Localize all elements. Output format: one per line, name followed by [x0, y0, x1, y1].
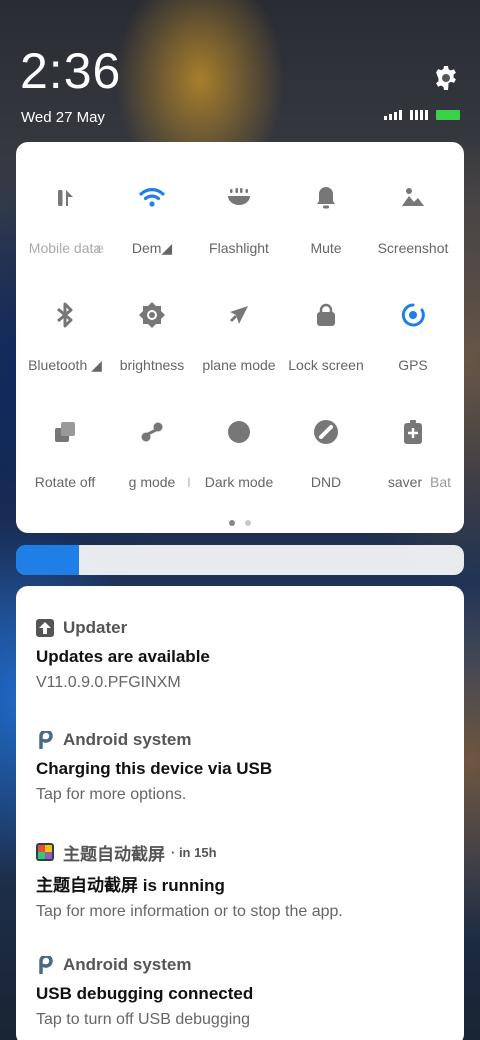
lock-icon	[317, 303, 335, 326]
tile-label: Screenshot	[377, 240, 449, 256]
rotate-icon	[55, 422, 75, 442]
wifi-icon	[139, 188, 165, 207]
brightness-fill	[16, 545, 79, 575]
page-indicator	[16, 520, 464, 526]
tile-label: Bat	[430, 474, 452, 490]
notification-item[interactable]: Updater Updates are available V11.0.9.0.…	[36, 617, 456, 692]
bell-icon	[317, 187, 335, 209]
android-system-icon	[39, 731, 53, 749]
tile-label: Mute	[310, 240, 342, 256]
notification-title: 主题自动截屏 is running	[36, 876, 225, 895]
flashlight-icon	[228, 188, 250, 205]
dnd-icon	[314, 420, 338, 444]
tile-mute[interactable]: Mute	[282, 142, 370, 256]
gps-icon	[401, 303, 425, 327]
gear-icon[interactable]	[432, 64, 460, 92]
tile-label: Dem◢	[131, 240, 173, 256]
status-area: 2:36 Wed 27 May	[0, 0, 480, 140]
tile-gps[interactable]: GPS	[369, 259, 457, 373]
screenshot-icon	[402, 188, 424, 206]
tile-flashlight[interactable]: Flashlight	[195, 142, 283, 256]
notification-text: V11.0.9.0.PFGINXM	[36, 674, 181, 691]
tile-screenshot[interactable]: Screenshot	[369, 142, 457, 256]
tile-label: Rotate off	[34, 474, 96, 490]
signal-icon	[410, 110, 428, 120]
updater-icon	[36, 619, 54, 637]
notification-app-name: 主题自动截屏	[63, 844, 165, 864]
tile-lock-screen[interactable]: Lock screen	[282, 259, 370, 373]
system-icons	[384, 110, 460, 120]
tile-bluetooth[interactable]: Bluetooth ◢	[21, 259, 109, 373]
dark-mode-icon	[227, 420, 250, 443]
tile-airplane-mode[interactable]: plane mode	[195, 259, 283, 373]
android-system-icon	[39, 956, 53, 974]
tile-label: Dark mode	[204, 474, 274, 490]
notification-app-name: Updater	[63, 618, 128, 637]
notification-title: USB debugging connected	[36, 984, 254, 1003]
brightness-slider[interactable]	[16, 545, 464, 575]
quick-settings-panel: Mobile data e Dem◢ Flashlight Mute Scree…	[16, 142, 464, 533]
tile-label: Bluetooth ◢	[28, 357, 102, 373]
tile-label: Flashlight	[209, 240, 269, 256]
tile-wifi[interactable]: Dem◢	[108, 142, 196, 256]
battery-saver-icon	[404, 420, 422, 444]
reading-mode-icon	[141, 422, 163, 442]
clock[interactable]: 2:36	[20, 42, 121, 100]
app-icon	[36, 843, 54, 861]
notification-item[interactable]: Android system Charging this device via …	[36, 729, 456, 804]
notification-title: Charging this device via USB	[36, 759, 273, 778]
notification-title: Updates are available	[36, 647, 210, 666]
tile-brightness[interactable]: brightness	[108, 259, 196, 373]
tile-partial[interactable]: Bat	[430, 376, 464, 490]
bluetooth-icon	[57, 302, 73, 328]
signal-icon	[384, 110, 402, 120]
tile-label: GPS	[398, 357, 428, 373]
mobile-data-icon	[58, 190, 73, 206]
battery-icon	[436, 110, 460, 120]
date[interactable]: Wed 27 May	[21, 109, 105, 126]
notification-item[interactable]: Android system USB debugging connected T…	[36, 954, 456, 1029]
tile-dark-mode[interactable]: Dark mode	[195, 376, 283, 490]
notification-item[interactable]: 主题自动截屏 · in 15h 主题自动截屏 is running Tap fo…	[36, 841, 456, 921]
airplane-icon	[230, 306, 248, 324]
tile-dnd[interactable]: DND	[282, 376, 370, 490]
page-dot[interactable]	[229, 520, 235, 526]
notification-app-name: Android system	[63, 955, 192, 974]
notification-text: Tap to turn off USB debugging	[36, 1011, 251, 1028]
tile-label: plane mode	[202, 357, 276, 373]
notification-app-name: Android system	[63, 730, 192, 749]
brightness-icon	[139, 302, 165, 328]
notification-time: · in 15h	[171, 844, 217, 860]
tile-label: Lock screen	[288, 357, 364, 373]
notification-text: Tap for more information or to stop the …	[36, 903, 343, 920]
notification-text: Tap for more options.	[36, 786, 187, 803]
page-dot[interactable]	[245, 520, 251, 526]
notification-panel: Updater Updates are available V11.0.9.0.…	[16, 586, 464, 1040]
tile-rotate[interactable]: Rotate off	[21, 376, 109, 490]
tile-label: brightness	[119, 357, 185, 373]
